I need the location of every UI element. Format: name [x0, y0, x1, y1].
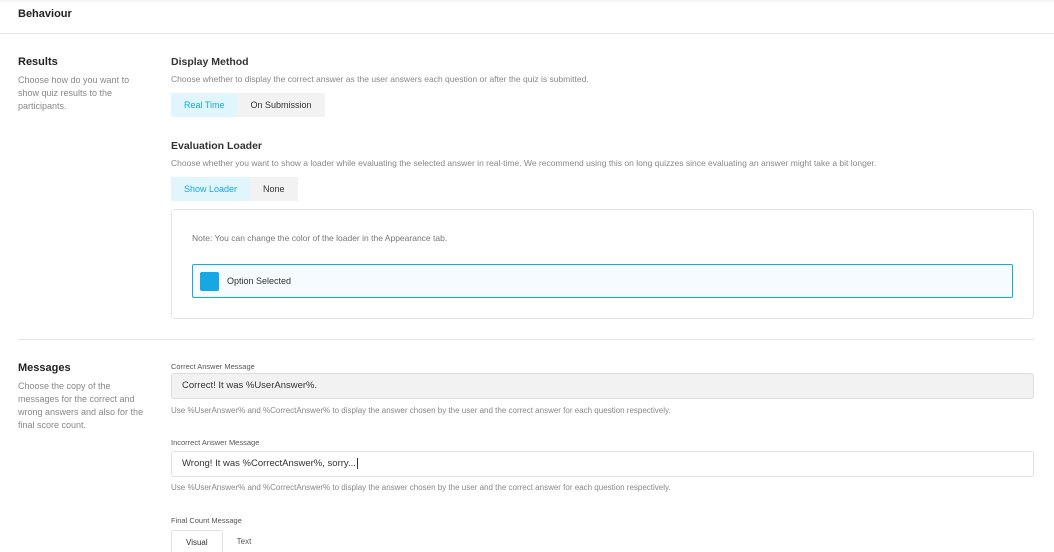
- loader-preview-box: Note: You can change the color of the lo…: [171, 209, 1034, 319]
- display-method-description: Choose whether to display the correct an…: [171, 74, 589, 84]
- section-header: Behaviour: [0, 0, 1054, 34]
- incorrect-message-help: Use %UserAnswer% and %CorrectAnswer% to …: [171, 483, 671, 492]
- incorrect-message-label: Incorrect Answer Message: [171, 438, 260, 447]
- option-selected-preview: Option Selected: [192, 264, 1013, 298]
- correct-message-value: Correct! It was %UserAnswer%.: [182, 380, 318, 391]
- section-title: Behaviour: [18, 8, 72, 20]
- tab-text[interactable]: Text: [223, 530, 266, 552]
- tab-none[interactable]: None: [250, 177, 298, 201]
- final-count-editor-tabs: Visual Text: [171, 530, 265, 552]
- loader-note: Note: You can change the color of the lo…: [192, 233, 448, 243]
- text-caret: [356, 457, 358, 469]
- evaluation-loader-description: Choose whether you want to show a loader…: [171, 158, 877, 168]
- messages-title: Messages: [18, 362, 71, 374]
- correct-message-input[interactable]: Correct! It was %UserAnswer%.: [171, 373, 1034, 399]
- correct-message-help: Use %UserAnswer% and %CorrectAnswer% to …: [171, 406, 671, 415]
- tab-visual[interactable]: Visual: [171, 530, 223, 552]
- messages-side: Messages Choose the copy of the messages…: [18, 362, 148, 432]
- incorrect-message-input[interactable]: Wrong! It was %CorrectAnswer%, sorry...: [171, 451, 1034, 477]
- messages-description: Choose the copy of the messages for the …: [18, 381, 144, 430]
- display-method-label: Display Method: [171, 56, 249, 68]
- evaluation-loader-tabs: Show Loader None: [171, 177, 298, 201]
- results-side: Results Choose how do you want to show q…: [18, 56, 148, 113]
- tab-on-submission[interactable]: On Submission: [237, 93, 325, 117]
- option-color-swatch: [200, 272, 219, 291]
- header-shadow: [0, 0, 1054, 3]
- final-count-label: Final Count Message: [171, 516, 242, 525]
- correct-message-label: Correct Answer Message: [171, 362, 255, 371]
- section-divider: [18, 339, 1034, 340]
- results-description: Choose how do you want to show quiz resu…: [18, 75, 130, 111]
- tab-real-time[interactable]: Real Time: [171, 93, 238, 117]
- tab-show-loader[interactable]: Show Loader: [171, 177, 251, 201]
- evaluation-loader-label: Evaluation Loader: [171, 140, 263, 152]
- display-method-tabs: Real Time On Submission: [171, 93, 325, 117]
- option-selected-label: Option Selected: [227, 276, 292, 286]
- results-title: Results: [18, 56, 58, 68]
- incorrect-message-value: Wrong! It was %CorrectAnswer%, sorry...: [182, 458, 356, 469]
